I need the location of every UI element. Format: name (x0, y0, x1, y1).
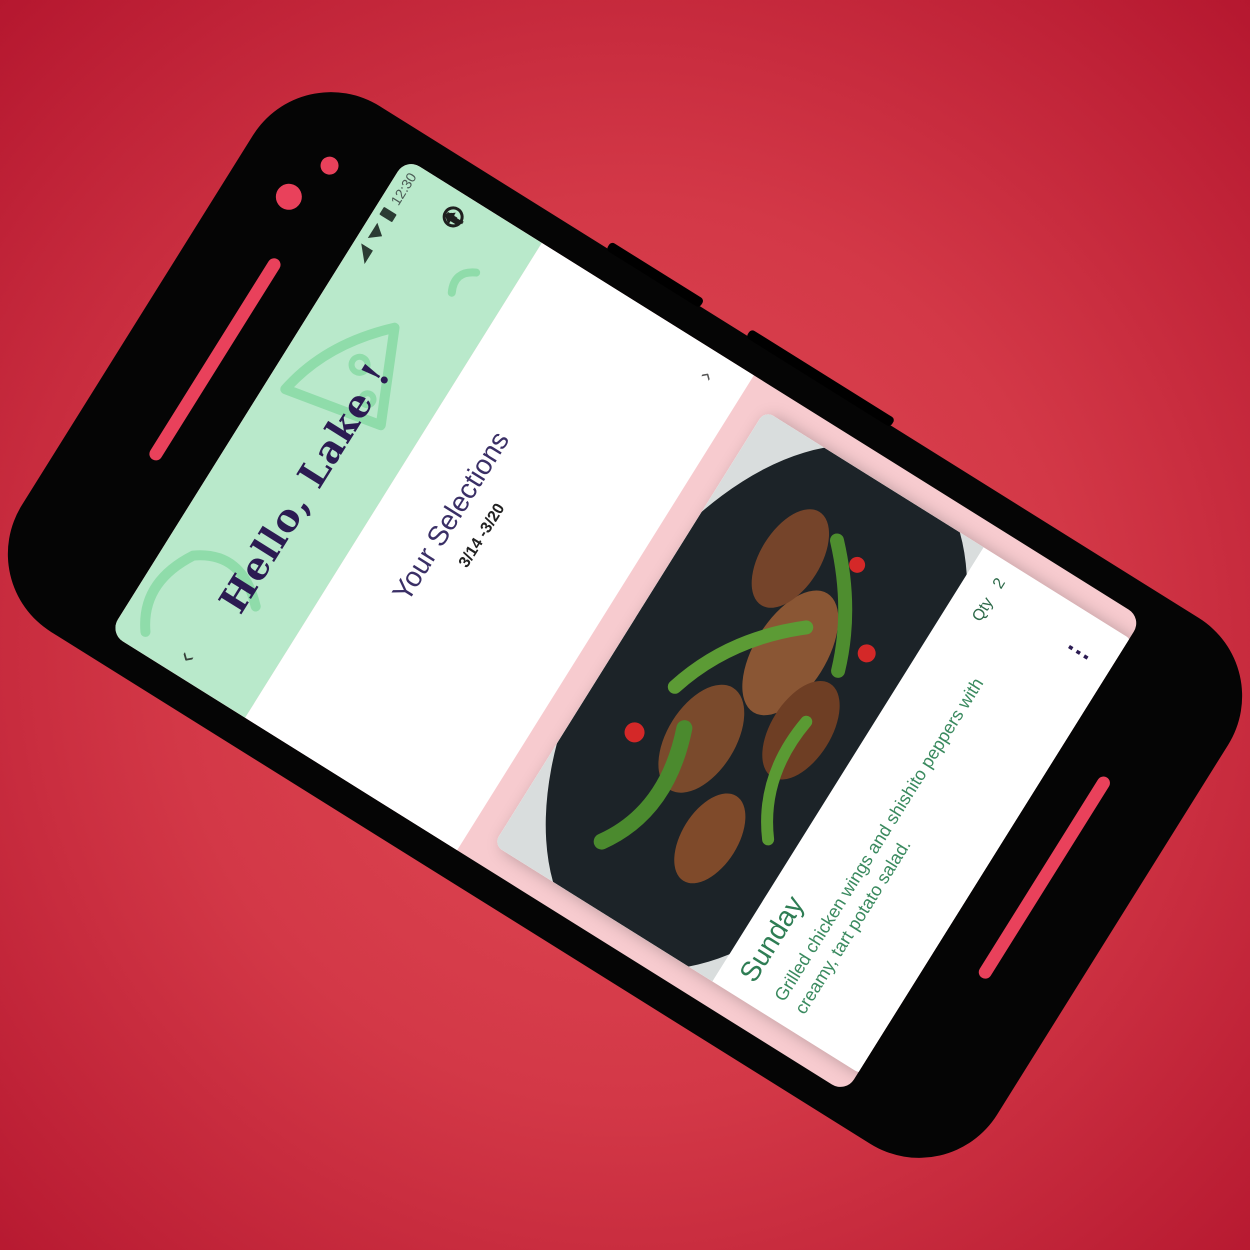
qty-value: 2 (989, 575, 1009, 592)
qty-label: Qty (969, 594, 997, 625)
app-screen: 12:30 ‹ Hello, Lake ! ⋮ Your Selections (109, 158, 1143, 1093)
sensor (317, 153, 342, 179)
phone-body: 12:30 ‹ Hello, Lake ! ⋮ Your Selections (0, 57, 1250, 1193)
meal-quantity: Qty 2 (962, 575, 1010, 637)
chevron-right-icon[interactable]: › (693, 365, 719, 385)
card-more-icon[interactable]: ⋮ (1058, 633, 1097, 671)
front-camera (270, 178, 307, 215)
